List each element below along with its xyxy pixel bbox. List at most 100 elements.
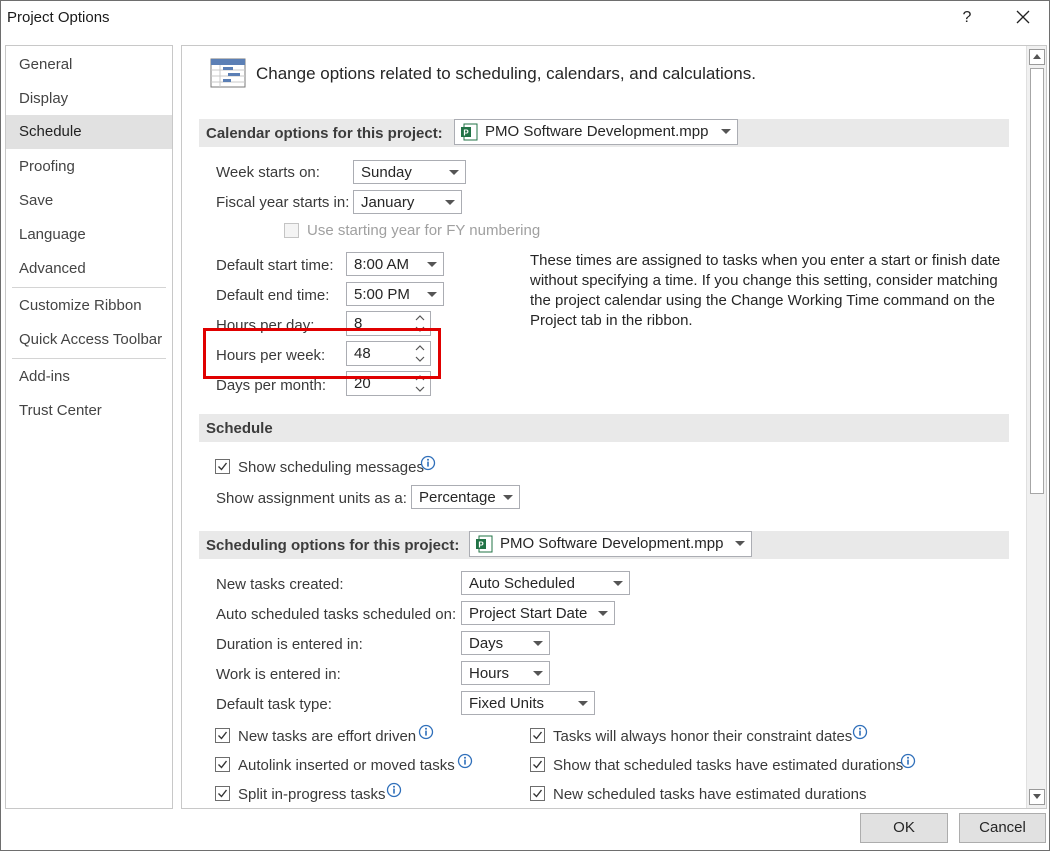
- auto-scheduled-on-label: Auto scheduled tasks scheduled on:: [216, 606, 457, 623]
- dropdown-arrow-icon: [503, 495, 513, 500]
- close-button[interactable]: [1009, 5, 1037, 31]
- info-icon[interactable]: [418, 724, 434, 740]
- svg-text:P: P: [478, 541, 484, 550]
- dropdown-arrow-icon: [449, 170, 459, 175]
- new-tasks-created-value: Auto Scheduled: [469, 575, 575, 592]
- fy-numbering-checkbox[interactable]: [284, 223, 299, 238]
- checkmark-icon: [218, 760, 228, 769]
- show-estimated-label: Show that scheduled tasks have estimated…: [553, 757, 904, 774]
- dropdown-arrow-icon: [613, 581, 623, 586]
- honor-constraints-label: Tasks will always honor their constraint…: [553, 728, 853, 745]
- nav-item-display[interactable]: Display: [6, 82, 172, 116]
- project-options-dialog: Project Options ? General Display Schedu…: [0, 0, 1050, 851]
- window-title: Project Options: [7, 9, 110, 26]
- options-content: Change options related to scheduling, ca…: [181, 45, 1047, 809]
- new-estimated-checkbox[interactable]: [530, 786, 545, 801]
- dropdown-arrow-icon: [598, 611, 608, 616]
- work-entered-label: Work is entered in:: [216, 666, 341, 683]
- nav-item-schedule[interactable]: Schedule: [6, 115, 172, 149]
- info-icon[interactable]: [457, 753, 473, 769]
- work-entered-value: Hours: [469, 665, 510, 682]
- nav-item-proofing[interactable]: Proofing: [6, 150, 172, 184]
- default-task-type-select[interactable]: Fixed Units: [461, 691, 595, 715]
- default-task-type-value: Fixed Units: [469, 695, 545, 712]
- effort-driven-checkbox[interactable]: [215, 728, 230, 743]
- week-starts-value: Sunday: [361, 164, 412, 181]
- week-starts-label: Week starts on:: [216, 164, 320, 181]
- assignment-units-value: Percentage: [419, 489, 496, 506]
- assignment-units-label: Show assignment units as a:: [216, 490, 407, 507]
- default-task-type-label: Default task type:: [216, 696, 332, 713]
- nav-item-advanced[interactable]: Advanced: [6, 252, 172, 286]
- dropdown-arrow-icon: [578, 701, 588, 706]
- calendar-project-value: PMO Software Development.mpp: [485, 123, 709, 140]
- default-start-time-value: 8:00 AM: [354, 256, 410, 273]
- calendar-times-note: These times are assigned to tasks when y…: [530, 252, 1001, 329]
- autolink-checkbox[interactable]: [215, 757, 230, 772]
- scroll-up-button[interactable]: [1029, 49, 1045, 65]
- calendar-project-select[interactable]: P PMO Software Development.mpp: [454, 119, 738, 145]
- close-icon: [1016, 10, 1030, 24]
- show-scheduling-messages-label: Show scheduling messages: [238, 459, 424, 476]
- nav-item-trust-center[interactable]: Trust Center: [6, 394, 172, 428]
- honor-constraints-checkbox[interactable]: [530, 728, 545, 743]
- scheduling-project-value: PMO Software Development.mpp: [500, 535, 724, 552]
- fiscal-year-label: Fiscal year starts in:: [216, 194, 350, 211]
- info-icon[interactable]: [420, 455, 436, 471]
- duration-entered-select[interactable]: Days: [461, 631, 550, 655]
- page-header-text: Change options related to scheduling, ca…: [256, 64, 756, 83]
- schedule-section-label: Schedule: [206, 420, 273, 437]
- default-start-time-select[interactable]: 8:00 AM: [346, 252, 444, 276]
- checkmark-icon: [218, 462, 228, 471]
- auto-scheduled-on-select[interactable]: Project Start Date: [461, 601, 615, 625]
- project-file-icon: P: [461, 123, 478, 141]
- auto-scheduled-on-value: Project Start Date: [469, 605, 588, 622]
- info-icon[interactable]: [386, 782, 402, 798]
- scheduling-project-select[interactable]: P PMO Software Development.mpp: [469, 531, 752, 557]
- title-bar: Project Options ?: [1, 1, 1049, 35]
- nav-item-customize-ribbon[interactable]: Customize Ribbon: [6, 289, 172, 323]
- schedule-section: Schedule: [199, 414, 1009, 442]
- nav-item-language[interactable]: Language: [6, 218, 172, 252]
- info-icon[interactable]: [900, 753, 916, 769]
- split-in-progress-checkbox[interactable]: [215, 786, 230, 801]
- scroll-down-button[interactable]: [1029, 789, 1045, 805]
- effort-driven-label: New tasks are effort driven: [238, 728, 417, 745]
- spin-down-icon[interactable]: [414, 384, 426, 394]
- nav-item-save[interactable]: Save: [6, 184, 172, 218]
- svg-text:P: P: [463, 129, 469, 138]
- help-button[interactable]: ?: [957, 7, 977, 29]
- project-file-icon: P: [476, 535, 493, 553]
- fy-numbering-label: Use starting year for FY numbering: [307, 222, 541, 239]
- week-starts-select[interactable]: Sunday: [353, 160, 466, 184]
- new-tasks-created-select[interactable]: Auto Scheduled: [461, 571, 630, 595]
- days-per-month-label: Days per month:: [216, 377, 327, 394]
- spin-up-icon[interactable]: [414, 313, 426, 323]
- default-start-time-label: Default start time:: [216, 257, 334, 274]
- show-estimated-checkbox[interactable]: [530, 757, 545, 772]
- content-scrollbar[interactable]: [1026, 46, 1046, 808]
- ok-button[interactable]: OK: [860, 813, 948, 843]
- new-estimated-label: New scheduled tasks have estimated durat…: [553, 786, 867, 803]
- show-scheduling-messages-checkbox[interactable]: [215, 459, 230, 474]
- assignment-units-select[interactable]: Percentage: [411, 485, 520, 509]
- hours-per-week-highlight: [203, 328, 441, 379]
- nav-item-quick-access-toolbar[interactable]: Quick Access Toolbar: [6, 323, 172, 357]
- dropdown-arrow-icon: [427, 292, 437, 297]
- nav-item-general[interactable]: General: [6, 48, 172, 82]
- nav-divider: [12, 287, 166, 288]
- cancel-button[interactable]: Cancel: [959, 813, 1046, 843]
- scroll-thumb[interactable]: [1030, 68, 1044, 494]
- work-entered-select[interactable]: Hours: [461, 661, 550, 685]
- dropdown-arrow-icon: [427, 262, 437, 267]
- nav-item-add-ins[interactable]: Add-ins: [6, 360, 172, 394]
- scroll-down-icon: [1033, 794, 1041, 799]
- fiscal-year-select[interactable]: January: [353, 190, 462, 214]
- info-icon[interactable]: [852, 724, 868, 740]
- default-end-time-value: 5:00 PM: [354, 286, 410, 303]
- default-end-time-select[interactable]: 5:00 PM: [346, 282, 444, 306]
- checkmark-icon: [218, 731, 228, 740]
- checkmark-icon: [218, 789, 228, 798]
- scheduling-options-label: Scheduling options for this project:: [206, 537, 460, 554]
- dropdown-arrow-icon: [533, 641, 543, 646]
